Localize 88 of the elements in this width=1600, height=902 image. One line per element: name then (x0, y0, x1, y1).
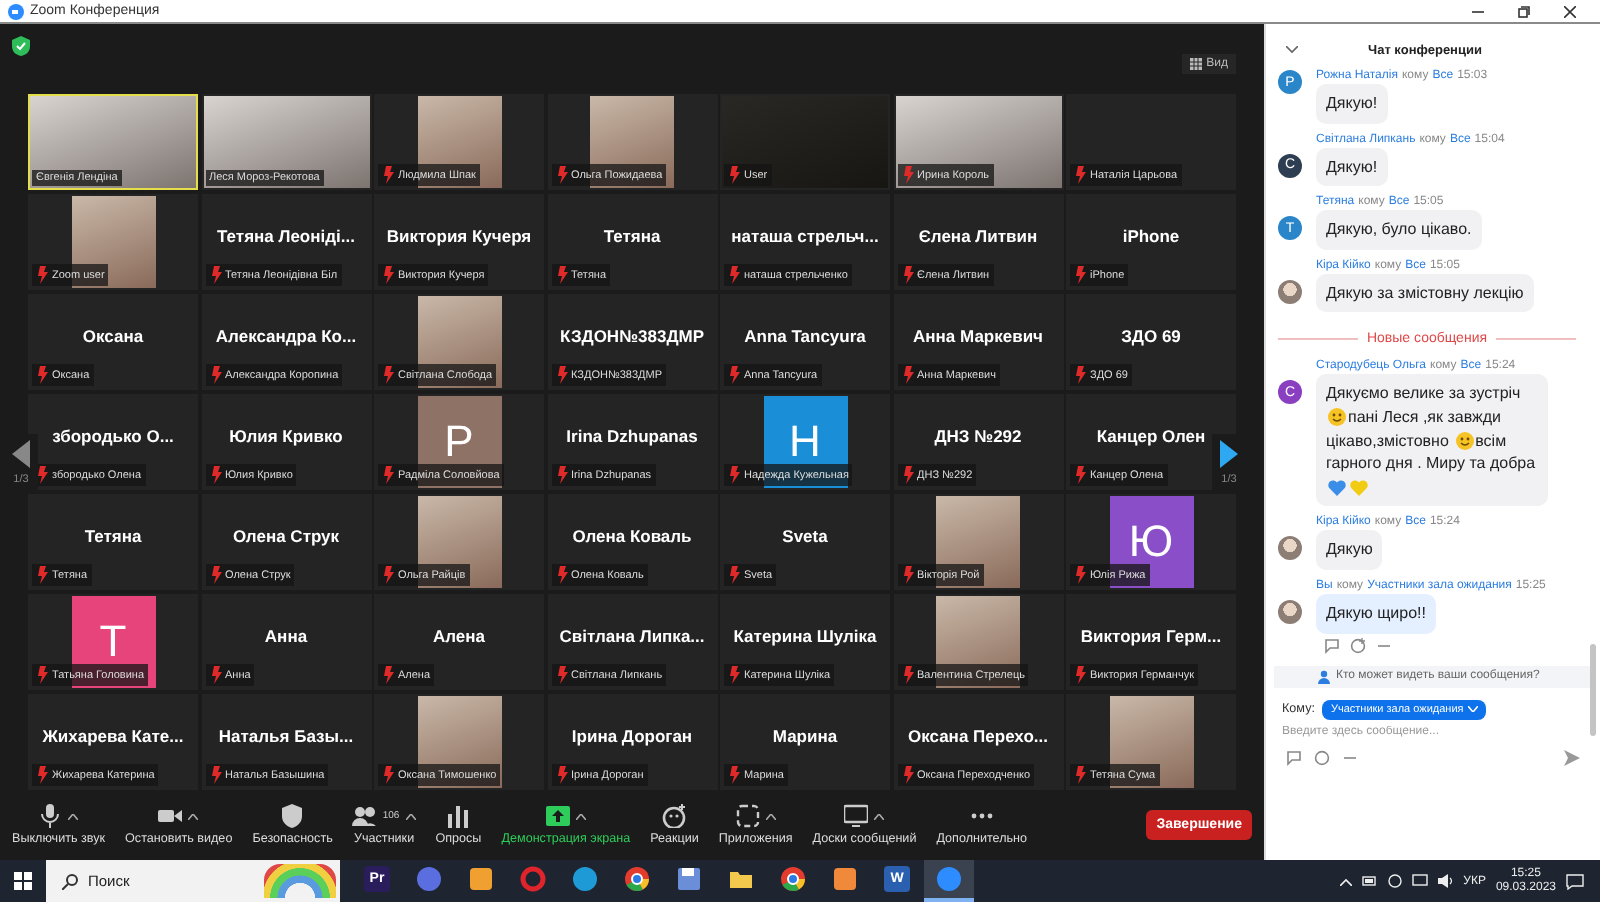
participant-name: Виктория Герм... (1080, 626, 1222, 646)
message-text: Дякую за змістовну лекцію (1326, 283, 1524, 302)
monitor-icon (844, 804, 869, 828)
chevron-down-icon[interactable] (1286, 46, 1298, 54)
message-text: всім (1475, 431, 1507, 450)
speaker-icon[interactable] (1437, 874, 1454, 888)
participant-name: iPhone (1122, 226, 1180, 246)
caret-icon (765, 813, 776, 819)
message-text: Дякую щиро!! (1326, 603, 1426, 622)
participant-name: КЗДОН№383ДМР (559, 326, 705, 346)
participant-name: Катерина Шуліка (733, 626, 877, 646)
participant-name: Irina Dzhupanas (566, 426, 698, 446)
reply-icon[interactable] (1324, 637, 1340, 654)
participant-name: Юлия Кривко (229, 426, 343, 446)
caret-icon (68, 813, 79, 819)
participant-name: Ірина Дороган (571, 726, 693, 746)
person-icon (1318, 669, 1330, 684)
search-icon (62, 873, 78, 889)
participant-name: Оксана Перехо... (908, 726, 1048, 746)
avatar-placeholder (1278, 599, 1302, 624)
tricolor-circle-icon (624, 866, 650, 892)
scrollbar[interactable] (1590, 644, 1596, 736)
smiley-icon (1328, 407, 1346, 426)
add-reaction-icon[interactable] (1350, 637, 1366, 654)
monitor-icon[interactable] (1411, 874, 1428, 888)
folder-icon (728, 866, 754, 892)
caret-icon (874, 813, 885, 819)
participant-name: Тетяна (84, 526, 142, 546)
message-text: Дякую (1326, 540, 1373, 559)
participant-name: Світлана Липка... (559, 626, 705, 646)
shield-icon (280, 804, 305, 828)
participant-name: Виктория Кучеря (386, 226, 532, 246)
message-text: Дякую! (1326, 94, 1378, 112)
rainbow-drawing (264, 864, 336, 898)
caret-icon (1467, 706, 1478, 713)
people-icon (352, 804, 377, 828)
tricolor-circle-icon (780, 866, 806, 892)
microphone-icon (38, 804, 63, 828)
chevron-up-icon[interactable] (1339, 877, 1352, 885)
participant-name: наташа стрельч... (731, 226, 879, 246)
grid-icon (1190, 58, 1203, 70)
participant-name: Тетяна Леонідi... (217, 226, 355, 246)
message-text: Дякую! (1326, 157, 1378, 176)
message-text: Дякуємо велике за зустріч (1326, 384, 1521, 403)
participant-name: Оксана (82, 326, 144, 346)
smiley-icon (1455, 431, 1474, 450)
participant-name: Жихарева Кате... (42, 726, 184, 746)
participant-name: Sveta (782, 526, 828, 546)
caret-icon (188, 813, 199, 819)
participant-name: Тетяна (603, 226, 661, 246)
participant-name: Наталья Базы... (218, 726, 354, 746)
windows-logo-icon (14, 872, 32, 890)
send-icon[interactable] (1564, 749, 1580, 766)
participant-name: Анна (264, 626, 308, 646)
participant-name: Канцер Олен (1096, 426, 1206, 446)
participant-name: ДНЗ №292 (934, 426, 1022, 446)
apps-icon (735, 804, 760, 828)
participant-name: Єлена Литвин (918, 226, 1038, 246)
right-arrow-icon[interactable] (1220, 440, 1238, 468)
participant-name: Anna Tancyura (744, 326, 866, 346)
message-text: пані Леся ,як завжди (1348, 407, 1501, 426)
battery-icon[interactable] (1361, 876, 1378, 886)
close-icon[interactable] (1564, 5, 1576, 17)
file-icon[interactable] (1286, 749, 1302, 766)
message-text: Дякую, було цікаво. (1326, 220, 1472, 239)
message-text: гарного дня . Миру та добра (1326, 454, 1536, 473)
avatar-placeholder (1278, 279, 1302, 304)
participant-name: Алена (432, 626, 485, 646)
participant-name: Марина (772, 726, 838, 746)
smiley-plus-icon (662, 804, 687, 828)
caret-icon (575, 813, 586, 819)
avatar-placeholder (1278, 536, 1302, 561)
participant-name: Олена Струк (232, 526, 340, 546)
share-screen-icon (545, 804, 570, 828)
caret-icon (405, 813, 416, 819)
maximize-icon[interactable] (1518, 5, 1530, 17)
participant-name: Анна Маркевич (913, 326, 1043, 346)
message-text: цікаво,змістовно (1326, 431, 1449, 450)
left-arrow-icon[interactable] (12, 440, 30, 468)
shield-check-icon (12, 36, 30, 56)
video-camera-icon (158, 804, 183, 828)
bar-chart-icon (446, 804, 471, 828)
participant-name: Олена Коваль (572, 526, 692, 546)
minimize-icon[interactable] (1472, 5, 1484, 17)
speech-bubble-icon[interactable] (1566, 873, 1584, 889)
participant-name: Александра Ко... (215, 326, 357, 346)
participant-name: ЗДО 69 (1121, 326, 1181, 346)
participant-name: зборoдько О... (52, 426, 174, 446)
